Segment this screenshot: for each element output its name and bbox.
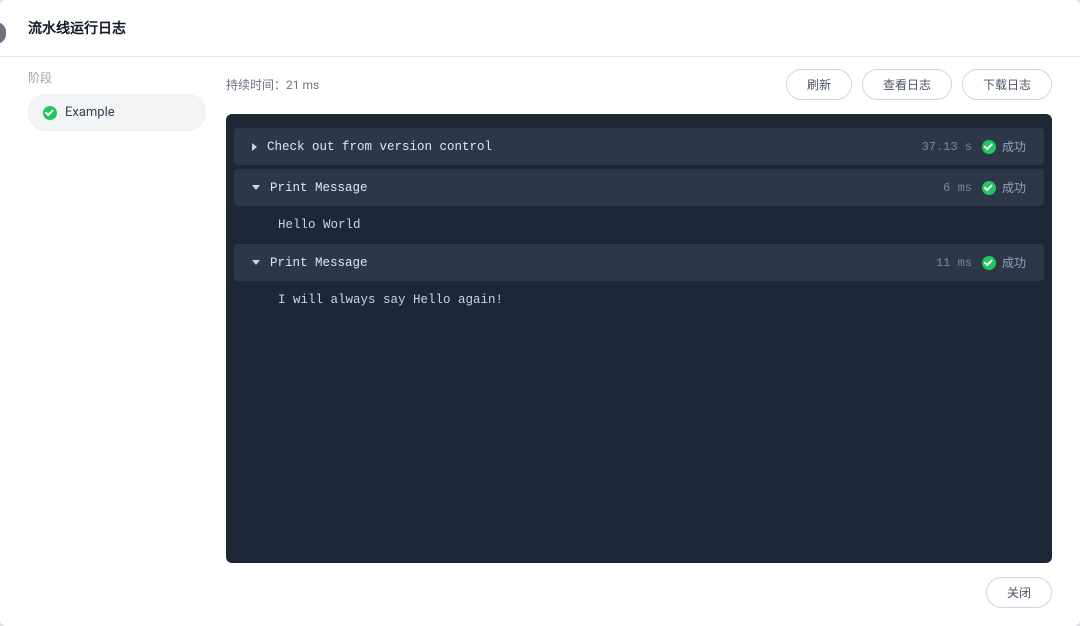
success-icon	[982, 140, 996, 154]
step-duration: 6 ms	[943, 181, 972, 195]
modal-footer: 关闭	[0, 563, 1080, 626]
modal-title: 流水线运行日志	[28, 18, 126, 38]
status-label: 成功	[1002, 179, 1026, 196]
status-label: 成功	[1002, 138, 1026, 155]
stage-name: Example	[65, 105, 115, 120]
close-button[interactable]: 关闭	[986, 577, 1052, 608]
main-panel: 持续时间：21 ms 刷新 查看日志 下载日志 Check out from v…	[226, 69, 1052, 563]
step-status: 成功	[982, 254, 1026, 271]
refresh-button[interactable]: 刷新	[786, 69, 852, 100]
modal-header: 流水线运行日志	[0, 0, 1080, 57]
log-step-header[interactable]: Print Message 6 ms 成功	[234, 169, 1044, 206]
step-status: 成功	[982, 138, 1026, 155]
caret-down-icon	[252, 260, 260, 265]
stage-sidebar: 阶段 Example	[28, 69, 206, 563]
view-log-button[interactable]: 查看日志	[862, 69, 952, 100]
duration-label: 持续时间：	[226, 78, 286, 92]
download-log-button[interactable]: 下载日志	[962, 69, 1052, 100]
step-name: Check out from version control	[267, 140, 912, 154]
log-step-header[interactable]: Print Message 11 ms 成功	[234, 244, 1044, 281]
caret-right-icon	[252, 143, 257, 151]
log-output: I will always say Hello again!	[226, 285, 1052, 315]
duration-text: 持续时间：21 ms	[226, 76, 319, 93]
status-label: 成功	[1002, 254, 1026, 271]
sidebar-label: 阶段	[28, 69, 206, 86]
success-icon	[43, 106, 57, 120]
duration-value: 21 ms	[286, 78, 319, 92]
step-duration: 37.13 s	[922, 140, 972, 154]
button-group: 刷新 查看日志 下载日志	[786, 69, 1052, 100]
stage-item-example[interactable]: Example	[28, 94, 206, 131]
pipeline-log-modal: 流水线运行日志 阶段 Example 持续时间：21 ms 刷新 查看日志 下载…	[0, 0, 1080, 626]
caret-down-icon	[252, 185, 260, 190]
log-step-header[interactable]: Check out from version control 37.13 s 成…	[234, 128, 1044, 165]
success-icon	[982, 181, 996, 195]
step-status: 成功	[982, 179, 1026, 196]
modal-body: 阶段 Example 持续时间：21 ms 刷新 查看日志 下载日志	[0, 57, 1080, 563]
log-output: Hello World	[226, 210, 1052, 240]
main-header: 持续时间：21 ms 刷新 查看日志 下载日志	[226, 69, 1052, 100]
step-name: Print Message	[270, 181, 933, 195]
step-duration: 11 ms	[936, 256, 972, 270]
log-panel[interactable]: Check out from version control 37.13 s 成…	[226, 114, 1052, 563]
step-name: Print Message	[270, 256, 926, 270]
success-icon	[982, 256, 996, 270]
